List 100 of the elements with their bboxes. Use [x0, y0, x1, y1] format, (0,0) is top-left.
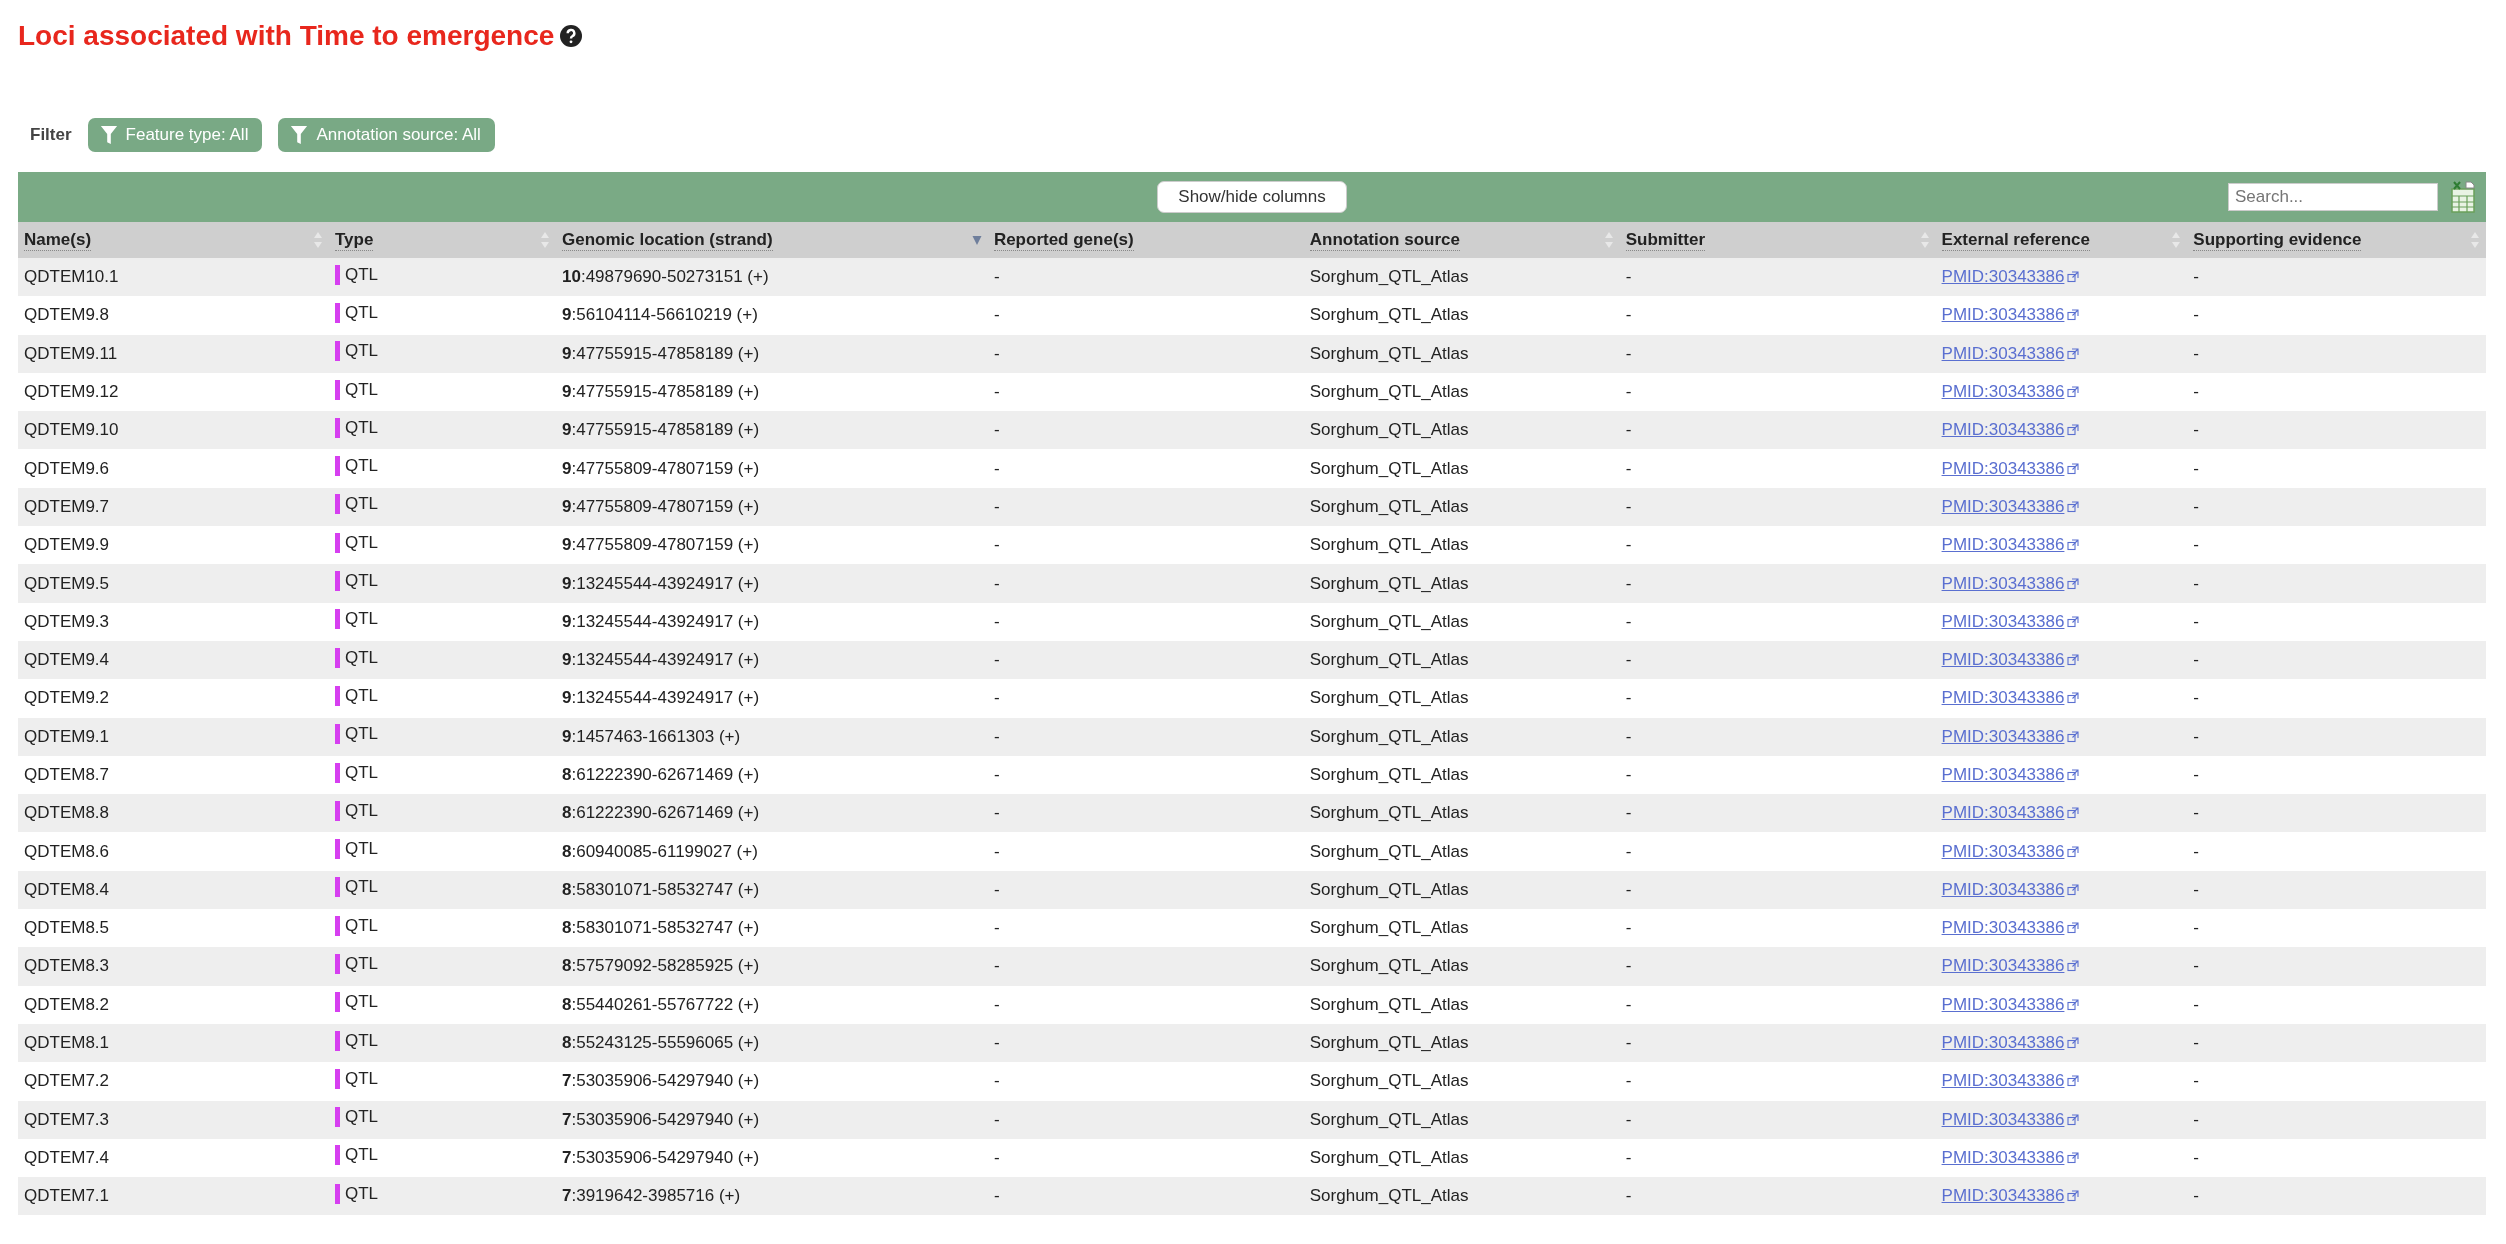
funnel-icon — [290, 125, 309, 145]
table-cell: - — [1619, 449, 1936, 488]
column-header[interactable]: Reported gene(s) — [987, 222, 1304, 258]
table-cell: 8:61222390-62671469 (+) — [556, 755, 988, 795]
table-cell: - — [2187, 526, 2486, 565]
reference-link[interactable]: PMID:30343386 — [1941, 765, 2065, 785]
external-link-icon — [2067, 424, 2080, 437]
table-cell: - — [2187, 794, 2486, 833]
table-cell: Sorghum_QTL_Atlas — [1303, 1023, 1620, 1063]
table-cell: - — [1619, 1062, 1936, 1101]
filter-button[interactable]: Annotation source: All — [278, 118, 495, 152]
reference-link[interactable]: PMID:30343386 — [1941, 841, 2065, 862]
table-cell: - — [1619, 717, 1936, 756]
table-cell: - — [2187, 487, 2486, 527]
table-cell: - — [987, 487, 1304, 527]
type-label: QTL — [344, 341, 378, 362]
sort-icon — [2470, 230, 2480, 250]
table-cell: - — [987, 640, 1304, 680]
type-label: QTL — [344, 571, 378, 591]
spreadsheet-export-icon[interactable] — [2450, 180, 2476, 214]
table-cell: 8:61222390-62671469 (+) — [556, 794, 988, 833]
table-cell: QDTEM9.1 — [18, 717, 329, 756]
type-label: QTL — [344, 839, 378, 860]
table-cell: - — [987, 679, 1304, 718]
type-label: QTL — [344, 1183, 378, 1204]
table-cell: 7:3919642-3985716 (+) — [556, 1177, 988, 1216]
type-label: QTL — [344, 915, 378, 936]
column-header[interactable]: Submitter — [1619, 222, 1936, 258]
table-cell: - — [1619, 1138, 1936, 1178]
filter-label: Filter — [30, 125, 72, 145]
table-cell: QDTEM9.4 — [18, 640, 329, 680]
sort-icon — [312, 230, 323, 250]
type-label: QTL — [344, 456, 378, 477]
help-icon[interactable] — [560, 25, 583, 47]
type-label: QTL — [344, 762, 378, 783]
table-cell: Sorghum_QTL_Atlas — [1303, 870, 1620, 910]
table-cell: - — [987, 296, 1304, 335]
reference-link[interactable]: PMID:30343386 — [1941, 382, 2065, 403]
table-cell: Sorghum_QTL_Atlas — [1303, 564, 1620, 603]
table-cell: - — [2187, 602, 2486, 641]
table-cell: - — [1619, 258, 1936, 297]
table-cell: - — [2187, 1138, 2486, 1178]
type-label: QTL — [344, 532, 378, 553]
table-cell: - — [2187, 870, 2486, 910]
table-cell: - — [1619, 985, 1936, 1024]
table-cell: - — [1619, 755, 1936, 795]
table-cell: - — [987, 526, 1304, 565]
table-cell: - — [2187, 947, 2486, 986]
table-cell: QDTEM9.12 — [18, 372, 329, 412]
column-header[interactable]: Name(s) — [18, 222, 329, 258]
type-label: QTL — [344, 1068, 378, 1089]
table-cell: - — [1619, 832, 1936, 871]
reference-link[interactable]: PMID:30343386 — [1941, 1147, 2065, 1168]
external-link-icon — [2067, 615, 2080, 628]
external-link-icon — [2067, 386, 2080, 399]
reference-link[interactable]: PMID:30343386 — [1941, 1071, 2065, 1092]
type-label: QTL — [344, 302, 378, 323]
table-cell: - — [1619, 1023, 1936, 1063]
table-cell: - — [1619, 296, 1936, 335]
table-cell: - — [1619, 487, 1936, 527]
table-cell: 9:47755809-47807159 (+) — [556, 526, 988, 565]
table-cell: 8:58301071-58532747 (+) — [556, 909, 988, 948]
table-cell: 7:53035906-54297940 (+) — [556, 1062, 988, 1101]
table-cell: - — [987, 1100, 1304, 1139]
reference-link[interactable]: PMID:30343386 — [1941, 688, 2065, 709]
search-field[interactable]: Search... — [2228, 183, 2438, 211]
filter-button[interactable]: Feature type: All — [87, 118, 263, 152]
table-cell: 9:56104114-56610219 (+) — [556, 296, 988, 335]
table-cell: - — [2187, 909, 2486, 948]
table-cell: QDTEM8.3 — [18, 947, 329, 986]
column-header[interactable]: Genomic location (strand) — [556, 222, 988, 258]
external-link-icon — [2067, 998, 2080, 1011]
table-cell: - — [1619, 411, 1936, 450]
reference-link[interactable]: PMID:30343386 — [1941, 535, 2065, 556]
reference-link[interactable]: PMID:30343386 — [1941, 918, 2065, 939]
reference-link[interactable]: PMID:30343386 — [1941, 994, 2065, 1015]
table-cell: QDTEM8.4 — [18, 870, 329, 910]
table-cell: - — [2187, 564, 2486, 603]
table-cell: Sorghum_QTL_Atlas — [1303, 487, 1620, 527]
column-header[interactable]: Supporting evidence — [2187, 222, 2486, 258]
table-cell: Sorghum_QTL_Atlas — [1303, 1100, 1620, 1139]
table-cell: 8:60940085-61199027 (+) — [556, 832, 988, 871]
show-hide-columns-button[interactable]: Show/hide columns — [1157, 181, 1347, 213]
external-link-icon — [2067, 654, 2080, 667]
table-cell: 10:49879690-50273151 (+) — [556, 258, 988, 297]
column-header[interactable]: Type — [328, 222, 556, 258]
table-cell: - — [2187, 1062, 2486, 1101]
column-header[interactable]: External reference — [1935, 222, 2188, 258]
reference-link[interactable]: PMID:30343386 — [1941, 305, 2065, 326]
type-label: QTL — [344, 609, 378, 630]
reference-link[interactable]: PMID:30343386 — [1941, 611, 2065, 632]
column-header[interactable]: Annotation source — [1303, 222, 1620, 258]
reference-link[interactable]: PMID:30343386 — [1941, 458, 2065, 479]
type-label: QTL — [344, 417, 378, 438]
table-cell: - — [1619, 640, 1936, 680]
table-cell: 9:13245544-43924917 (+) — [556, 602, 988, 641]
table-cell: QDTEM9.5 — [18, 564, 329, 603]
table-cell: Sorghum_QTL_Atlas — [1303, 526, 1620, 565]
sort-icon — [540, 230, 550, 250]
table-cell: - — [1619, 794, 1936, 833]
